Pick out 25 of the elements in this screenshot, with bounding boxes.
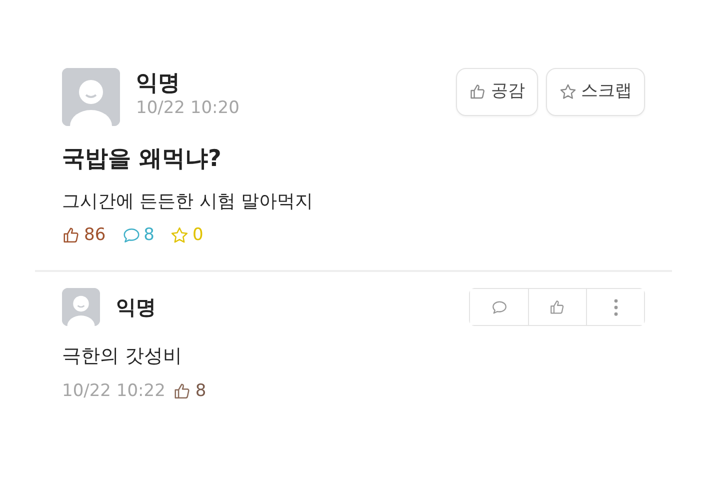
author-name: 익명 [116, 296, 156, 318]
more-icon [614, 298, 618, 316]
star-icon [170, 226, 190, 245]
thumbs-up-icon [549, 298, 566, 316]
star-icon [559, 82, 577, 101]
avatar [62, 288, 100, 326]
thumbs-up-icon [173, 382, 192, 401]
like-button[interactable]: 공감 [456, 68, 538, 116]
speech-bubble-icon [490, 298, 508, 316]
thumbs-up-icon [62, 226, 81, 245]
stat-count: 0 [192, 224, 204, 247]
comment-text: 극한의 갓성비 [62, 344, 184, 370]
scrap-button[interactable]: 스크랩 [546, 68, 645, 116]
speech-bubble-icon [122, 226, 141, 245]
post-body: 그시간에 든든한 시험 말아먹지 [62, 190, 314, 214]
stat-count: 8 [144, 224, 154, 247]
more-button[interactable] [586, 289, 644, 326]
post-time: 10/22 10:20 [136, 97, 240, 120]
like-count: 8 [195, 380, 206, 403]
thumbs-up-icon [469, 82, 487, 101]
post-title: 국밥을 왜먹냐? [62, 146, 222, 174]
avatar [62, 68, 120, 126]
comment-time: 10/22 10:22 [62, 380, 166, 403]
author-name: 익명 [136, 72, 181, 96]
stat-count: 86 [84, 224, 106, 247]
